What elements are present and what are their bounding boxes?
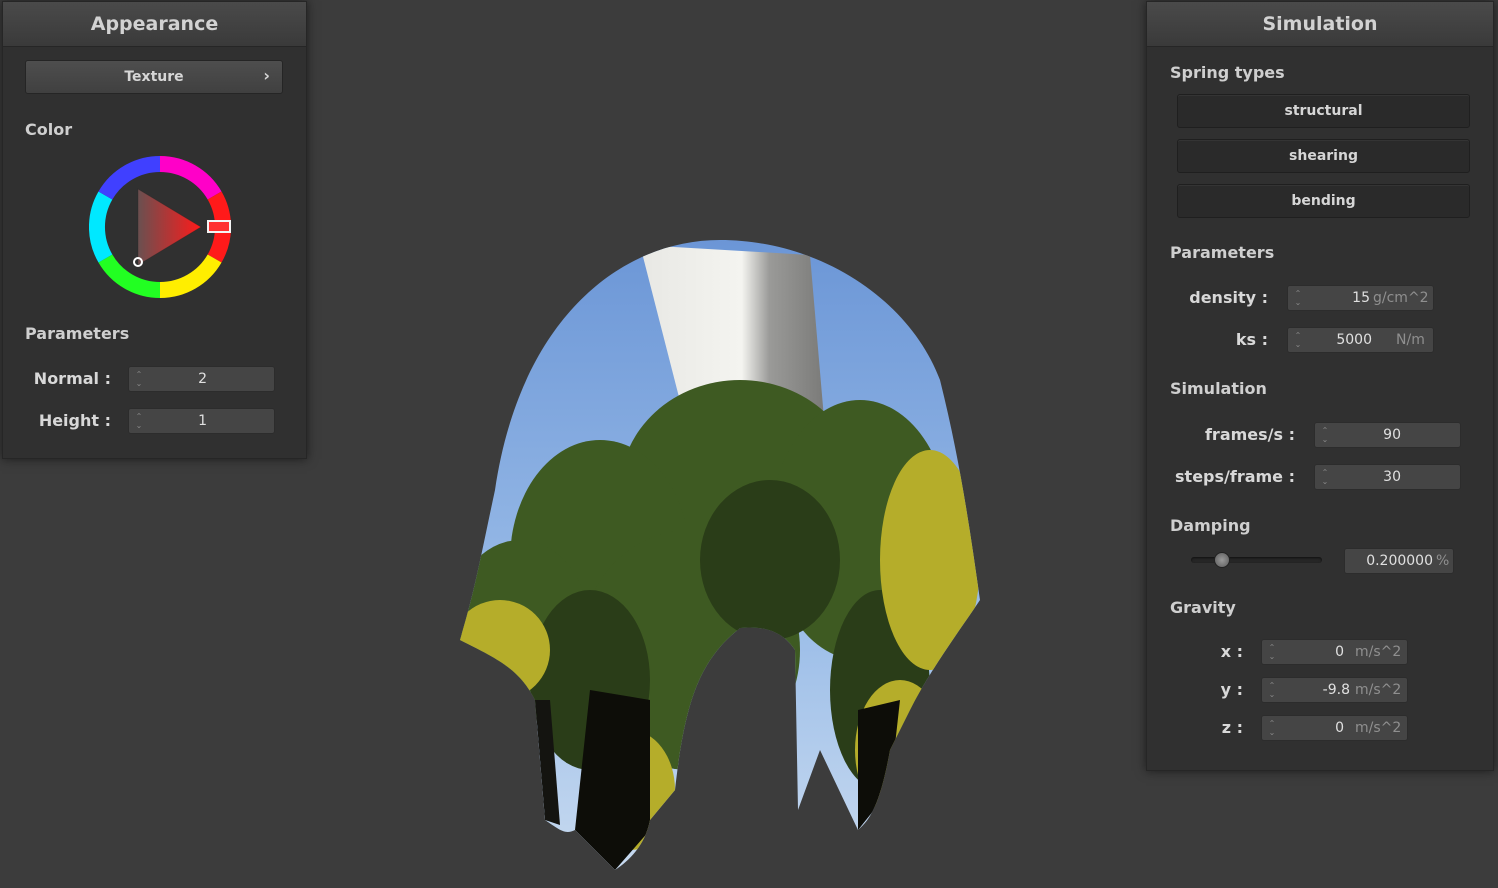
height-input[interactable]: ⌃ ⌄ 1	[128, 408, 275, 434]
height-label: Height :	[38, 411, 111, 430]
damping-unit: %	[1436, 553, 1450, 569]
spin-arrows-icon[interactable]: ⌃ ⌄	[135, 412, 143, 430]
ks-input[interactable]: ⌃ ⌄ 5000 N/m	[1287, 327, 1434, 353]
steps-input[interactable]: ⌃ ⌄ 30	[1314, 464, 1461, 490]
fps-input[interactable]: ⌃ ⌄ 90	[1314, 422, 1461, 448]
simulation-section-label: Simulation	[1170, 379, 1267, 398]
gy-label: y :	[1220, 680, 1243, 699]
gy-value: -9.8	[1322, 682, 1350, 698]
gx-input[interactable]: ⌃ ⌄ 0 m/s^2	[1261, 639, 1408, 665]
normal-value: 2	[198, 371, 207, 387]
normal-input[interactable]: ⌃ ⌄ 2	[128, 366, 275, 392]
ks-unit: N/m	[1396, 332, 1425, 348]
steps-value: 30	[1383, 469, 1401, 485]
damping-label: Damping	[1170, 516, 1251, 535]
normal-label: Normal :	[33, 369, 111, 388]
spin-arrows-icon[interactable]: ⌃ ⌄	[135, 370, 143, 388]
texture-button[interactable]: Texture ›	[25, 60, 283, 94]
shearing-button[interactable]: shearing	[1177, 139, 1470, 173]
damping-slider[interactable]	[1191, 552, 1322, 568]
texture-button-label: Texture	[124, 69, 184, 85]
density-input[interactable]: ⌃ ⌄ 15 g/cm^2	[1287, 285, 1434, 311]
ks-label: ks :	[1235, 330, 1268, 349]
simulation-panel: Simulation Spring types structural shear…	[1146, 1, 1494, 771]
gy-unit: m/s^2	[1355, 682, 1402, 698]
chevron-right-icon: ›	[263, 66, 270, 85]
gz-value: 0	[1335, 720, 1344, 736]
gx-unit: m/s^2	[1355, 644, 1402, 660]
appearance-title: Appearance	[3, 2, 306, 47]
bending-button[interactable]: bending	[1177, 184, 1470, 218]
damping-value: 0.200000	[1366, 553, 1433, 569]
gz-unit: m/s^2	[1355, 720, 1402, 736]
spin-arrows-icon[interactable]: ⌃ ⌄	[1321, 468, 1329, 486]
spring-types-label: Spring types	[1170, 63, 1285, 82]
cloth-render[interactable]	[440, 230, 1000, 880]
structural-button[interactable]: structural	[1177, 94, 1470, 128]
appearance-parameters-label: Parameters	[25, 324, 130, 343]
gy-input[interactable]: ⌃ ⌄ -9.8 m/s^2	[1261, 677, 1408, 703]
color-wheel-icon[interactable]	[89, 156, 231, 298]
spin-arrows-icon[interactable]: ⌃ ⌄	[1294, 289, 1302, 307]
spin-arrows-icon[interactable]: ⌃ ⌄	[1321, 426, 1329, 444]
density-unit: g/cm^2	[1373, 290, 1429, 306]
damping-slider-track	[1191, 557, 1322, 563]
damping-input[interactable]: 0.200000 %	[1344, 548, 1454, 574]
spin-arrows-icon[interactable]: ⌃ ⌄	[1268, 643, 1276, 661]
gz-input[interactable]: ⌃ ⌄ 0 m/s^2	[1261, 715, 1408, 741]
spin-arrows-icon[interactable]: ⌃ ⌄	[1294, 331, 1302, 349]
gravity-label: Gravity	[1170, 598, 1236, 617]
simulation-title: Simulation	[1147, 2, 1493, 47]
color-label: Color	[25, 120, 73, 139]
ks-value: 5000	[1336, 332, 1372, 348]
appearance-panel: Appearance Texture › Color Parameters No…	[2, 1, 307, 459]
fps-value: 90	[1383, 427, 1401, 443]
spin-arrows-icon[interactable]: ⌃ ⌄	[1268, 681, 1276, 699]
sim-parameters-label: Parameters	[1170, 243, 1275, 262]
density-label: density :	[1189, 288, 1268, 307]
gx-value: 0	[1335, 644, 1344, 660]
fps-label: frames/s :	[1204, 425, 1295, 444]
gx-label: x :	[1220, 642, 1243, 661]
steps-label: steps/frame :	[1175, 467, 1295, 486]
damping-slider-handle[interactable]	[1214, 552, 1230, 568]
density-value: 15	[1352, 290, 1370, 306]
height-value: 1	[198, 413, 207, 429]
spin-arrows-icon[interactable]: ⌃ ⌄	[1268, 719, 1276, 737]
gz-label: z :	[1221, 718, 1243, 737]
